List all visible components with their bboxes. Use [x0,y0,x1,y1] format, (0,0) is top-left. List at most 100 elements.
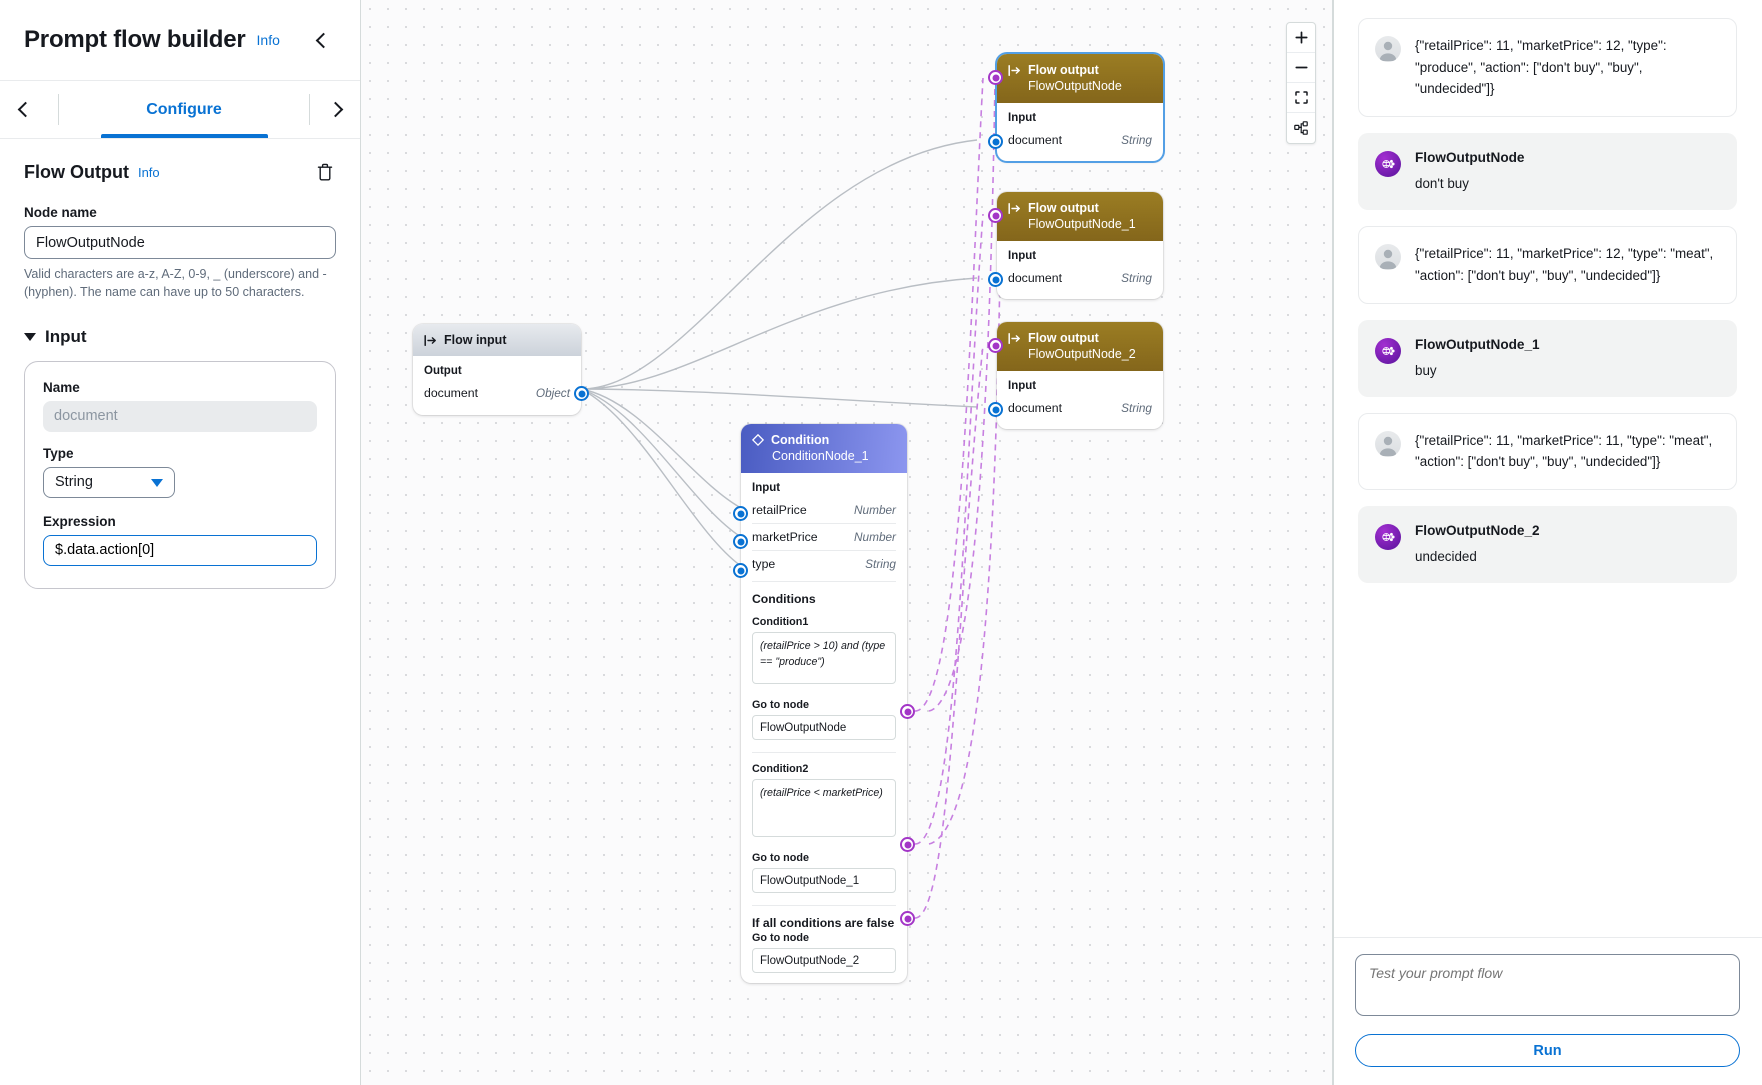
fallback-goto-input[interactable]: FlowOutputNode_2 [752,948,896,973]
test-flow-input[interactable] [1355,954,1740,1016]
flow-input-body: Output document Object [413,356,581,415]
flow-output-input-label: Input [1008,112,1037,124]
node-name-input[interactable] [24,226,336,259]
tab-partial-hidden[interactable] [50,81,58,138]
edge-input-to-cond-retail [580,388,742,509]
divider [752,905,896,906]
node-flow-input[interactable]: Flow input Output document Object [413,324,589,415]
edge-cond1-alt [928,79,996,712]
zoom-out-button[interactable] [1287,53,1315,83]
auto-layout-icon [1294,121,1308,135]
condition1-expression-input[interactable]: (retailPrice > 10) and (type == "produce… [752,632,896,684]
condition-input-row: marketPrice Number [752,526,896,548]
collapse-panel-button[interactable] [310,27,336,53]
divider [752,752,896,753]
condition1-goto-input[interactable]: FlowOutputNode [752,715,896,740]
chat-bot-content: FlowOutputNode_1 buy [1415,337,1540,378]
node-flow-output[interactable]: Flow output FlowOutputNode_2 Input docum… [988,322,1163,429]
panel-tabbar: Configure [0,81,360,139]
flow-output-icon [1008,332,1020,344]
chevron-down-icon [151,478,163,487]
chat-bot-node-name: FlowOutputNode [1415,150,1525,166]
port-flow-output-condition-in[interactable] [988,70,1003,85]
port-flow-output-document-in[interactable] [988,272,1003,287]
tab-scroll-next-button[interactable] [310,81,360,138]
flow-output-body: Input document String [997,371,1163,429]
delete-node-button[interactable] [314,161,336,183]
flow-input-output-label: Output [424,365,462,377]
edge-input-to-cond-market [580,388,742,538]
condition2-goto-input[interactable]: FlowOutputNode_1 [752,868,896,893]
flow-canvas[interactable]: Flow input Output document Object Flow o… [361,0,1333,1085]
zoom-in-button[interactable] [1287,23,1315,53]
condition-input-name: retailPrice [752,503,807,517]
flow-output-name: FlowOutputNode_2 [1028,347,1136,361]
section-info-link[interactable]: Info [138,165,160,180]
port-condition-retailprice[interactable] [733,506,748,521]
flow-output-icon [1008,64,1020,76]
user-avatar-icon [1375,244,1401,271]
condition2-expression-input[interactable]: (retailPrice < marketPrice) [752,779,896,837]
input-name-field: document [43,400,317,432]
run-button[interactable]: Run [1355,1034,1740,1067]
port-flow-output-document-in[interactable] [988,402,1003,417]
panel-header: Prompt flow builder Info [0,0,360,81]
configuration-side-panel: Prompt flow builder Info Configure Flow … [0,0,361,1085]
input-definition-card: Name document Type String Expression [24,360,336,589]
edge-cond-else-to-out3 [914,344,984,919]
node-condition[interactable]: Condition ConditionNode_1 Input retailPr… [733,424,915,983]
auto-layout-button[interactable] [1287,113,1315,143]
flow-output-row-name: document [1008,271,1063,285]
user-avatar-icon [1375,36,1401,62]
node-name-label: Node name [24,205,97,220]
edge-input-to-out2 [580,277,978,390]
port-fallback-goto[interactable] [900,911,915,926]
flow-output-header: Flow output FlowOutputNode_2 [997,322,1163,371]
flow-input-header: Flow input [413,324,581,356]
port-flow-output-condition-in[interactable] [988,208,1003,223]
canvas-controls [1286,22,1316,144]
panel-info-link[interactable]: Info [257,32,280,48]
port-condition1-goto[interactable] [900,704,915,719]
edge-cond2-alt [928,215,1002,845]
flow-input-row-type: Object [535,386,570,400]
chat-message-list[interactable]: {"retailPrice": 11, "marketPrice": 12, "… [1333,0,1762,937]
chat-bot-content: FlowOutputNode don't buy [1415,150,1524,191]
chevron-left-icon [17,101,33,118]
fit-to-screen-button[interactable] [1287,83,1315,113]
tab-gap-right [272,81,310,138]
condition-header: Condition ConditionNode_1 [741,424,907,473]
fallback-label: If all conditions are false [752,916,895,930]
node-flow-output[interactable]: Flow output FlowOutputNode Input documen… [988,54,1163,161]
flow-output-row: document String [1008,397,1152,419]
port-flow-output-condition-in[interactable] [988,338,1003,353]
chat-bot-text: undecided [1415,548,1477,564]
port-flow-input-output[interactable] [574,386,589,401]
node-flow-output[interactable]: Flow output FlowOutputNode_1 Input docum… [988,192,1163,299]
input-group-toggle[interactable]: Input [24,327,336,347]
minus-icon [1294,66,1308,69]
port-condition2-goto[interactable] [900,837,915,852]
port-condition-marketprice[interactable] [733,534,748,549]
port-flow-output-document-in[interactable] [988,134,1003,149]
test-flow-panel: {"retailPrice": 11, "marketPrice": 12, "… [1333,0,1762,1085]
tab-scroll-prev-button[interactable] [0,81,50,138]
condition1-label: Condition1 [752,616,809,628]
divider [752,550,896,551]
condition-input-name: type [752,557,776,571]
caret-down-icon [24,332,36,341]
flow-output-type-label: Flow output [1028,63,1099,77]
flow-output-type-label: Flow output [1028,331,1099,345]
flow-input-row-name: document [424,386,479,400]
edge-input-to-cond-type [580,388,742,567]
bedrock-agent-icon [1375,151,1401,178]
flow-output-name: FlowOutputNode [1028,79,1122,93]
expression-input[interactable] [43,534,317,566]
port-condition-type[interactable] [733,563,748,578]
condition-name: ConditionNode_1 [772,449,869,463]
tab-gap-left [59,81,97,138]
chat-message-user: {"retailPrice": 11, "marketPrice": 11, "… [1358,412,1737,490]
tab-configure[interactable]: Configure [97,81,272,138]
chat-bot-text: don't buy [1415,176,1469,192]
flow-input-icon [424,334,436,346]
